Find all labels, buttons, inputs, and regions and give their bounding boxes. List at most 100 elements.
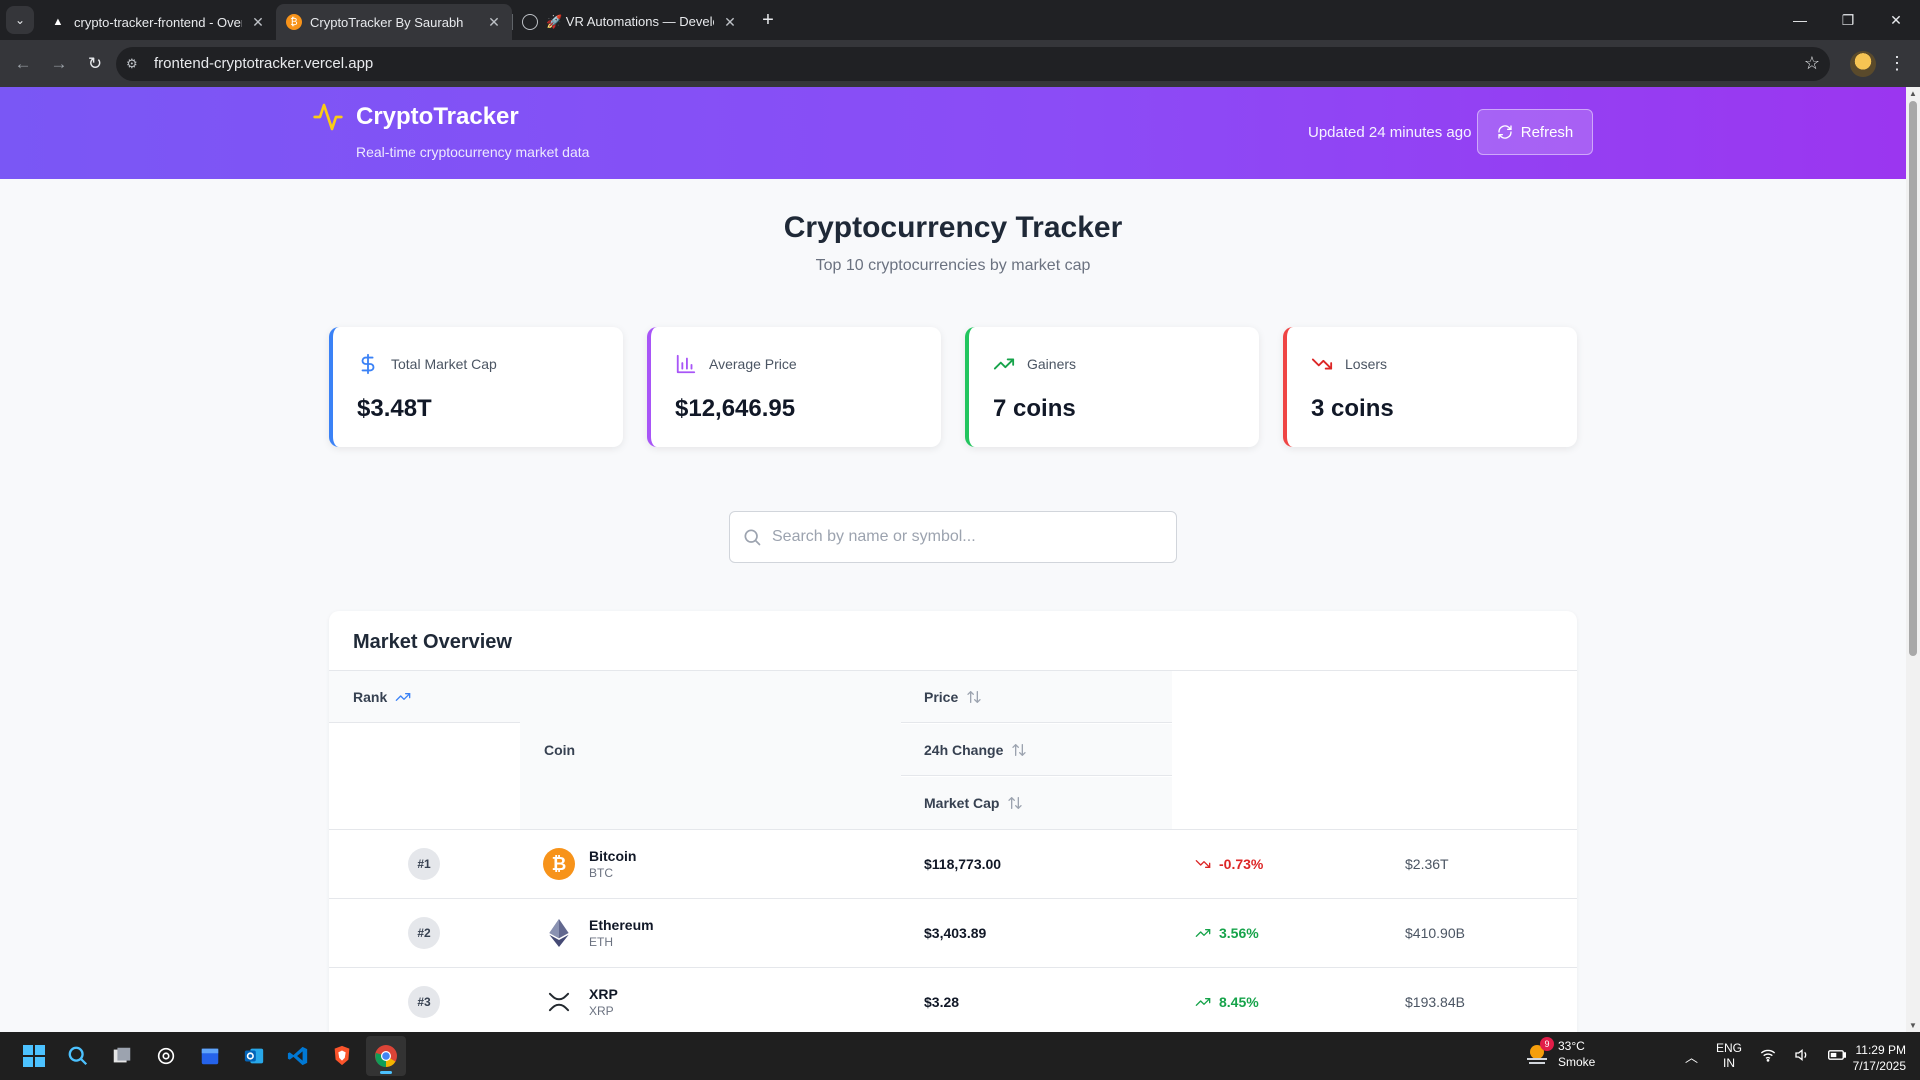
column-header-24h-change[interactable]: 24h Change: [901, 724, 1172, 776]
stat-card-losers: Losers 3 coins: [1283, 327, 1577, 447]
minimize-icon[interactable]: —: [1776, 0, 1824, 40]
market-overview-card: Market Overview Rank Coin Price 24h Chan…: [329, 611, 1577, 1032]
last-updated-text: Updated 24 minutes ago: [1308, 124, 1472, 141]
stat-card-average-price: Average Price $12,646.95: [647, 327, 941, 447]
clock-date: 7/17/2025: [1852, 1059, 1906, 1073]
weather-badge: 9: [1540, 1037, 1554, 1051]
volume-icon[interactable]: [1794, 1048, 1810, 1065]
refresh-icon: [1498, 125, 1512, 139]
trending-up-icon: [993, 358, 1015, 370]
refresh-label: Refresh: [1520, 123, 1574, 141]
back-icon[interactable]: ←: [8, 49, 38, 79]
table-row[interactable]: #2 Ethereum ETH $3,403.89 3.56% $410.90B: [329, 899, 1577, 968]
browser-tab[interactable]: ▲ crypto-tracker-frontend - Overview ✕: [40, 4, 276, 40]
vercel-icon: ▲: [52, 16, 64, 28]
reload-icon[interactable]: ↻: [80, 49, 110, 79]
rank-badge: #3: [408, 986, 440, 1018]
address-bar[interactable]: ⚙ frontend-cryptotracker.vercel.app ☆: [116, 46, 1830, 81]
clock-time: 11:29 PM: [1855, 1043, 1906, 1057]
close-tab-icon[interactable]: ✕: [722, 14, 738, 31]
price-change: 3.56%: [1195, 925, 1259, 941]
coin-name: Ethereum: [589, 917, 654, 933]
system-clock[interactable]: 11:29 PM 7/17/2025: [1836, 1042, 1906, 1074]
stat-card-gainers: Gainers 7 coins: [965, 327, 1259, 447]
refresh-button[interactable]: Refresh: [1477, 109, 1593, 155]
language-code: ENG: [1716, 1041, 1743, 1055]
page-scrollbar[interactable]: ▲ ▼: [1906, 87, 1920, 1032]
stat-label: Average Price: [709, 356, 797, 372]
site-info-icon[interactable]: ⚙: [126, 56, 144, 72]
price-change: -0.73%: [1195, 856, 1263, 872]
browser-tab[interactable]: 🚀 VR Automations — Developer ✕: [512, 4, 748, 40]
outlook-icon[interactable]: [234, 1036, 274, 1076]
trending-down-icon: [1195, 860, 1211, 868]
stat-label: Gainers: [1027, 356, 1077, 372]
calendar-icon[interactable]: [190, 1036, 230, 1076]
brand-name: CryptoTracker: [356, 103, 519, 130]
tab-title: CryptoTracker By Saurabh: [310, 14, 464, 30]
column-header-market-cap[interactable]: Market Cap: [901, 777, 1172, 829]
weather-desc: Smoke: [1558, 1055, 1596, 1069]
coin-name: Bitcoin: [589, 848, 637, 864]
table-row[interactable]: #3 XRP XRP $3.28 8.45% $193.84B: [329, 968, 1577, 1032]
restore-icon[interactable]: ❐: [1824, 0, 1872, 40]
search-icon[interactable]: [58, 1036, 98, 1076]
chrome-icon[interactable]: [366, 1036, 406, 1076]
column-label: Coin: [544, 742, 576, 758]
chevron-up-icon[interactable]: ︿: [1685, 1047, 1698, 1066]
weather-temp: 33°C: [1558, 1039, 1585, 1053]
coin-symbol: ETH: [589, 935, 613, 949]
column-header-coin[interactable]: Coin: [520, 671, 901, 829]
close-tab-icon[interactable]: ✕: [486, 14, 502, 31]
profile-avatar[interactable]: [1850, 50, 1876, 77]
trending-up-icon: [1195, 929, 1211, 937]
browser-tab-active[interactable]: ₿ CryptoTracker By Saurabh ✕: [276, 4, 512, 40]
windows-start-icon[interactable]: [14, 1036, 54, 1076]
trending-down-icon: [1311, 358, 1333, 370]
table-row[interactable]: #1 ₿ Bitcoin BTC $118,773.00 -0.73% $2.3…: [329, 830, 1577, 899]
scrollbar-thumb[interactable]: [1909, 101, 1917, 656]
wifi-icon[interactable]: [1760, 1048, 1776, 1065]
page-subtitle: Top 10 cryptocurrencies by market cap: [815, 257, 1091, 274]
brave-icon[interactable]: [322, 1036, 362, 1076]
search-input[interactable]: [772, 528, 1152, 546]
vscode-icon[interactable]: [278, 1036, 318, 1076]
xrp-icon: [543, 986, 575, 1018]
weather-widget[interactable]: 9 33°C Smoke: [1524, 1037, 1596, 1070]
market-cap-value: $193.84B: [1405, 994, 1465, 1010]
stat-label: Total Market Cap: [391, 356, 497, 372]
browser-toolbar: ← → ↻ ⚙ frontend-cryptotracker.vercel.ap…: [0, 40, 1920, 87]
rank-badge: #2: [408, 917, 440, 949]
column-header-rank[interactable]: Rank: [329, 671, 520, 723]
table-header: Rank Coin Price 24h Change Market Cap: [329, 671, 1577, 830]
chatgpt-icon[interactable]: [146, 1036, 186, 1076]
change-value: 3.56%: [1219, 925, 1259, 941]
language-indicator[interactable]: ENG IN: [1716, 1041, 1742, 1071]
column-header-price[interactable]: Price: [901, 671, 1172, 723]
stat-label: Losers: [1345, 356, 1388, 372]
browser-tab-strip: ⌄ ▲ crypto-tracker-frontend - Overview ✕…: [0, 0, 1920, 40]
scroll-down-icon[interactable]: ▼: [1906, 1021, 1920, 1030]
scroll-up-icon[interactable]: ▲: [1906, 89, 1920, 98]
task-view-icon[interactable]: [102, 1036, 142, 1076]
new-tab-button[interactable]: +: [754, 6, 782, 34]
tagline: Real-time cryptocurrency market data: [356, 144, 590, 160]
tab-search-button[interactable]: ⌄: [6, 6, 34, 34]
tab-title: crypto-tracker-frontend - Overview: [74, 14, 242, 30]
coin-cell: Ethereum ETH: [543, 917, 654, 949]
bookmark-star-icon[interactable]: ☆: [1804, 53, 1820, 74]
coin-price: $118,773.00: [924, 856, 1002, 872]
system-tray: ︿ ENG IN: [1685, 1032, 1847, 1080]
brand: CryptoTracker: [312, 101, 519, 133]
column-label: Market Cap: [924, 795, 1000, 811]
market-cap-value: $2.36T: [1405, 856, 1449, 872]
stat-value: 7 coins: [993, 395, 1076, 422]
close-window-icon[interactable]: ✕: [1872, 0, 1920, 40]
forward-icon[interactable]: →: [44, 49, 74, 79]
weather-haze-icon: 9: [1524, 1037, 1554, 1067]
close-tab-icon[interactable]: ✕: [250, 14, 266, 31]
browser-menu-icon[interactable]: ⋮: [1882, 53, 1912, 74]
region-code: IN: [1723, 1056, 1736, 1070]
tab-title: 🚀 VR Automations — Developer: [546, 14, 714, 29]
coin-price: $3.28: [924, 994, 960, 1010]
